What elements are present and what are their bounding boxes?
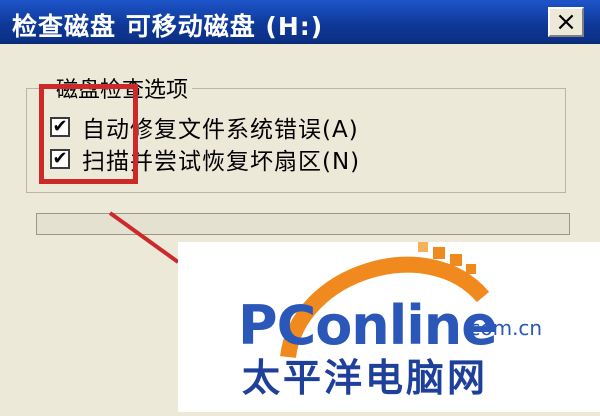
pconline-watermark: PConline .com.cn 太平洋电脑网: [178, 242, 600, 412]
watermark-domain: .com.cn: [463, 316, 543, 340]
watermark-cn-name: 太平洋电脑网: [242, 356, 489, 400]
